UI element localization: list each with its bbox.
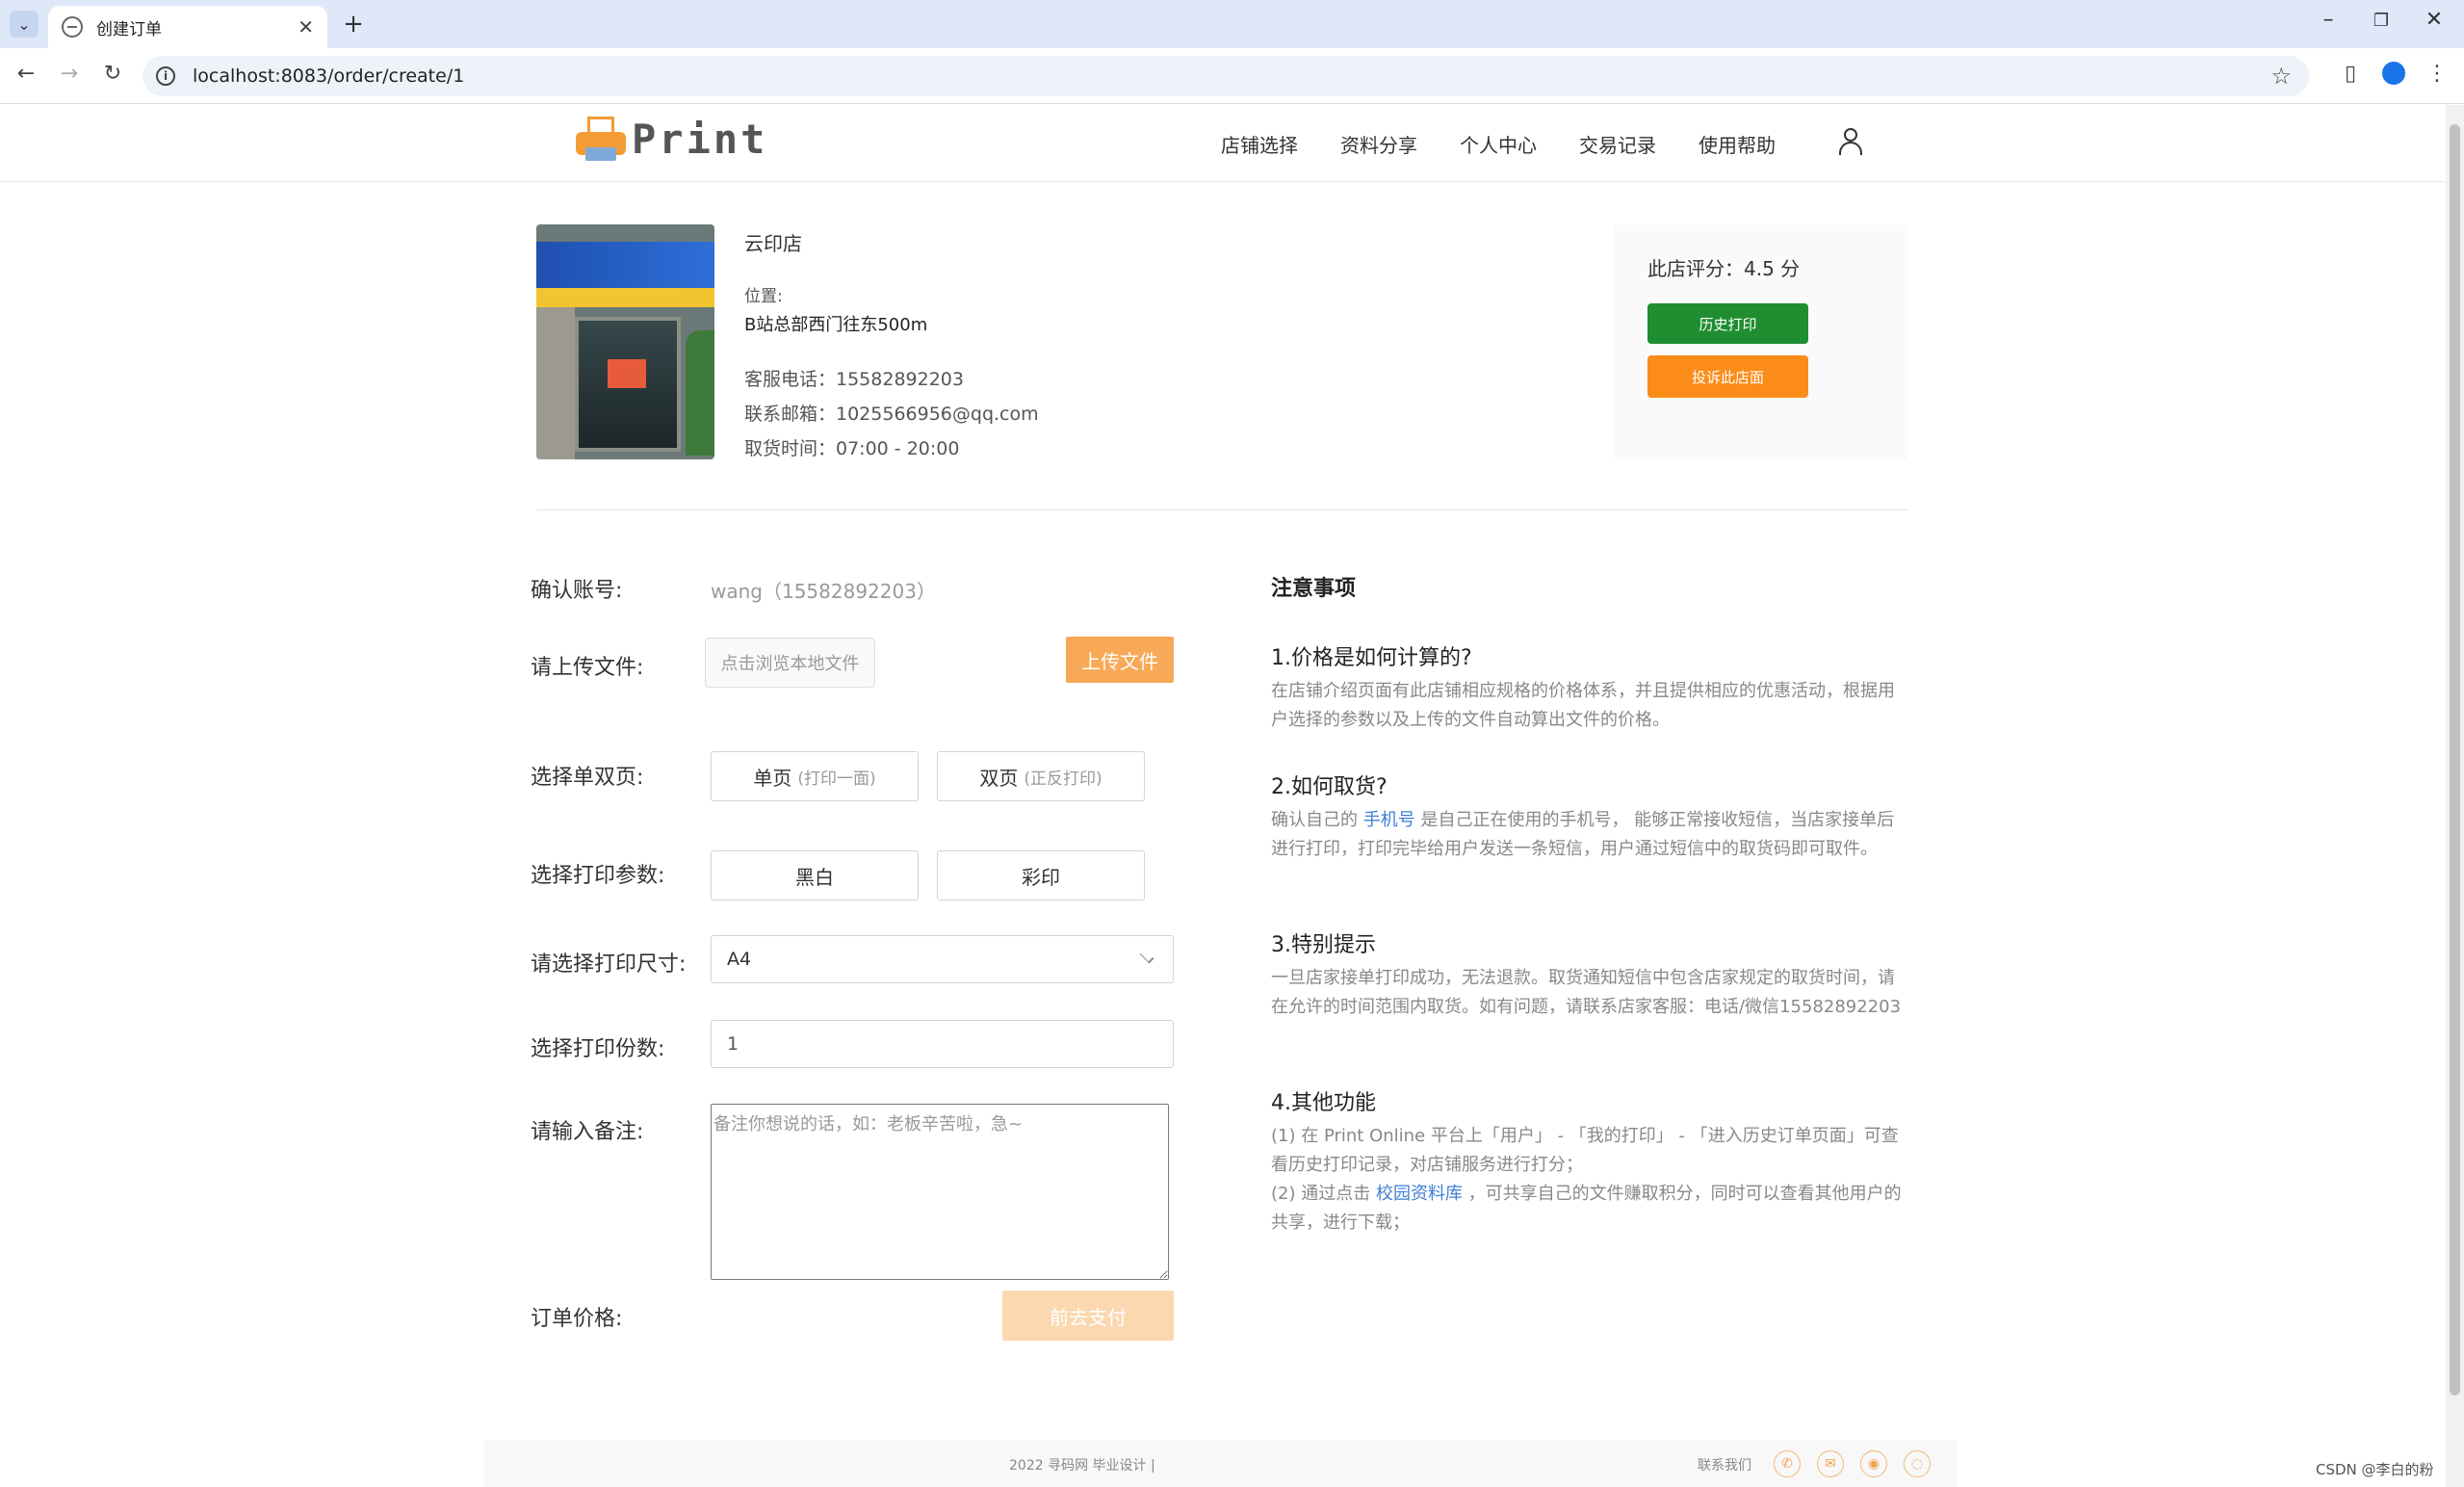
nav-personal-center[interactable]: 个人中心: [1460, 130, 1537, 158]
new-tab-button[interactable]: +: [339, 10, 368, 39]
color-label: 选择打印参数:: [531, 864, 665, 888]
globe-icon: [62, 16, 83, 38]
user-icon[interactable]: [1839, 128, 1862, 155]
bookmark-star-icon[interactable]: ☆: [2270, 63, 2292, 90]
browser-tab-active[interactable]: 创建订单 ✕: [48, 6, 327, 48]
nav-resource-share[interactable]: 资料分享: [1340, 130, 1417, 158]
upload-file-button[interactable]: 上传文件: [1066, 637, 1174, 683]
notes-heading-1: 1.价格是如何计算的?: [1271, 646, 1472, 670]
menu-kebab-icon[interactable]: ⋮: [2423, 62, 2451, 86]
reload-icon[interactable]: ↻: [98, 62, 127, 86]
weibo-icon[interactable]: ◉: [1860, 1450, 1887, 1477]
price-label: 订单价格:: [531, 1307, 623, 1331]
main-nav: 店铺选择 资料分享 个人中心 交易记录 使用帮助: [1221, 130, 1818, 158]
site-footer: 2022 寻码网 毕业设计 | 联系我们 ✆ ✉ ◉ ◌: [484, 1440, 1958, 1487]
printer-logo-icon: [576, 115, 626, 163]
profile-button[interactable]: [2379, 62, 2408, 91]
history-print-button[interactable]: 历史打印: [1647, 303, 1808, 344]
minimize-icon[interactable]: –: [2314, 8, 2343, 32]
size-label: 请选择打印尺寸:: [531, 952, 687, 977]
nav-transactions[interactable]: 交易记录: [1579, 130, 1656, 158]
account-value: wang（15582892203）: [711, 580, 936, 603]
notes-p4-b1: (2) 通过点击: [1271, 1184, 1376, 1204]
rating-panel: 此店评分：4.5 分 历史打印 投诉此店面: [1614, 224, 1907, 459]
shop-location-label: 位置:: [744, 287, 783, 306]
note-textarea[interactable]: [711, 1104, 1169, 1280]
notes-heading-3: 3.特别提示: [1271, 933, 1376, 957]
notes-p2-a: 确认自己的: [1271, 810, 1363, 830]
file-browse-input[interactable]: 点击浏览本地文件: [705, 638, 875, 688]
single-side-sub: (打印一面): [797, 769, 876, 789]
upload-label: 请上传文件:: [531, 656, 644, 680]
page-scrollbar[interactable]: [2446, 105, 2464, 1487]
tab-title: 创建订单: [96, 19, 162, 39]
notes-paragraph-4b: (2) 通过点击 校园资料库 ，可共享自己的文件赚取积分，同时可以查看其他用户的…: [1271, 1180, 1911, 1238]
color-option[interactable]: 彩印: [937, 850, 1145, 900]
double-side-sub: (正反打印): [1024, 769, 1102, 789]
forward-icon[interactable]: →: [55, 62, 84, 86]
watermark-text: CSDN @李白的粉: [2316, 1461, 2434, 1478]
notes-title: 注意事项: [1271, 577, 1357, 601]
notes-heading-2: 2.如何取货?: [1271, 775, 1388, 799]
note-label: 请输入备注:: [531, 1120, 644, 1144]
phone-link[interactable]: 手机号: [1363, 810, 1415, 830]
shop-rating: 此店评分：4.5 分: [1647, 257, 1801, 280]
notes-paragraph-3: 一旦店家接单打印成功，无法退款。取货通知短信中包含店家规定的取货时间，请在允许的…: [1271, 968, 1902, 1017]
nav-help[interactable]: 使用帮助: [1699, 130, 1776, 158]
chevron-down-icon: [1139, 949, 1154, 964]
site-info-icon[interactable]: i: [156, 66, 175, 86]
bw-option[interactable]: 黑白: [711, 850, 919, 900]
scrollbar-thumb[interactable]: [2450, 124, 2460, 1396]
restore-icon[interactable]: ❐: [2367, 11, 2396, 31]
address-bar[interactable]: i localhost:8083/order/create/1 ☆: [143, 56, 2309, 96]
single-side-label: 单页: [753, 766, 792, 790]
nav-shop-select[interactable]: 店铺选择: [1221, 130, 1298, 158]
single-side-option[interactable]: 单页 (打印一面): [711, 751, 919, 801]
resource-library-link[interactable]: 校园资料库: [1376, 1184, 1463, 1204]
footer-contact-label: 联系我们: [1698, 1458, 1751, 1474]
notes-paragraph-1: 在店铺介绍页面有此店铺相应规格的价格体系，并且提供相应的优惠活动，根据用户选择的…: [1271, 681, 1895, 730]
mail-icon[interactable]: ✉: [1817, 1450, 1844, 1477]
shop-location: B站总部西门往东500m: [744, 315, 928, 335]
section-divider: [536, 509, 1907, 510]
shop-name: 云印店: [744, 232, 802, 255]
tab-close-icon[interactable]: ✕: [298, 15, 314, 39]
phone-icon[interactable]: ✆: [1774, 1450, 1801, 1477]
back-icon[interactable]: ←: [12, 62, 40, 86]
url-text: localhost:8083/order/create/1: [193, 65, 465, 87]
wechat-icon[interactable]: ◌: [1904, 1450, 1931, 1477]
account-label: 确认账号:: [531, 579, 623, 603]
avatar-icon: [2382, 62, 2405, 85]
copies-label: 选择打印份数:: [531, 1037, 665, 1061]
footer-copyright: 2022 寻码网 毕业设计 |: [1009, 1458, 1155, 1474]
notes-paragraph-2: 确认自己的 手机号 是自己正在使用的手机号， 能够正常接收短信，当店家接单后进行…: [1271, 806, 1911, 864]
side-panel-icon[interactable]: ▯: [2336, 62, 2365, 86]
tab-list-button[interactable]: ⌄: [10, 11, 39, 38]
logo-text: Print: [632, 115, 768, 163]
shop-phone: 客服电话：15582892203: [744, 369, 964, 390]
complain-shop-button[interactable]: 投诉此店面: [1647, 355, 1808, 398]
paper-size-select[interactable]: A4: [711, 935, 1174, 983]
shop-pickup-time: 取货时间：07:00 - 20:00: [744, 438, 960, 459]
window-close-icon[interactable]: ✕: [2420, 8, 2449, 32]
sides-label: 选择单双页:: [531, 766, 644, 790]
notes-heading-4: 4.其他功能: [1271, 1091, 1376, 1115]
shop-email: 联系邮箱：1025566956@qq.com: [744, 404, 1039, 425]
pay-button[interactable]: 前去支付: [1002, 1291, 1174, 1341]
double-side-label: 双页: [979, 766, 1019, 790]
browser-tabbar: ⌄ 创建订单 ✕ + – ❐ ✕: [0, 0, 2464, 48]
double-side-option[interactable]: 双页 (正反打印): [937, 751, 1145, 801]
page-viewport: Print 店铺选择 资料分享 个人中心 交易记录 使用帮助 云印店 位置: B…: [0, 105, 2446, 1487]
copies-input[interactable]: [711, 1020, 1174, 1068]
paper-size-value: A4: [727, 949, 752, 970]
site-header: Print 店铺选择 资料分享 个人中心 交易记录 使用帮助: [0, 105, 2446, 182]
browser-toolbar: ← → ↻ i localhost:8083/order/create/1 ☆ …: [0, 48, 2464, 104]
notes-paragraph-4a: (1) 在 Print Online 平台上「用户」 - 「我的打印」 - 「进…: [1271, 1126, 1899, 1175]
shop-photo: [536, 224, 714, 459]
site-logo[interactable]: Print: [576, 115, 767, 163]
